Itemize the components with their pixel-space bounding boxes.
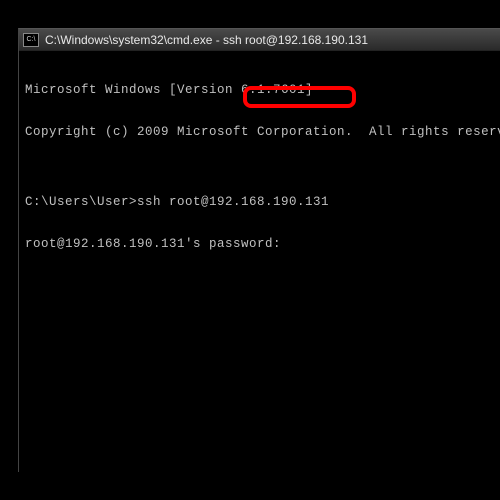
window-title: C:\Windows\system32\cmd.exe - ssh root@1… [45, 33, 368, 47]
cmd-icon [23, 33, 39, 47]
terminal-area[interactable]: Microsoft Windows [Version 6.1.7601] Cop… [19, 51, 500, 283]
cmd-window: C:\Windows\system32\cmd.exe - ssh root@1… [18, 28, 500, 472]
terminal-line: C:\Users\User>ssh root@192.168.190.131 [25, 195, 494, 209]
terminal-line: Copyright (c) 2009 Microsoft Corporation… [25, 125, 494, 139]
terminal-line: Microsoft Windows [Version 6.1.7601] [25, 83, 494, 97]
password-prompt: root@192.168.190.131's password: [25, 237, 494, 251]
titlebar[interactable]: C:\Windows\system32\cmd.exe - ssh root@1… [19, 29, 500, 51]
